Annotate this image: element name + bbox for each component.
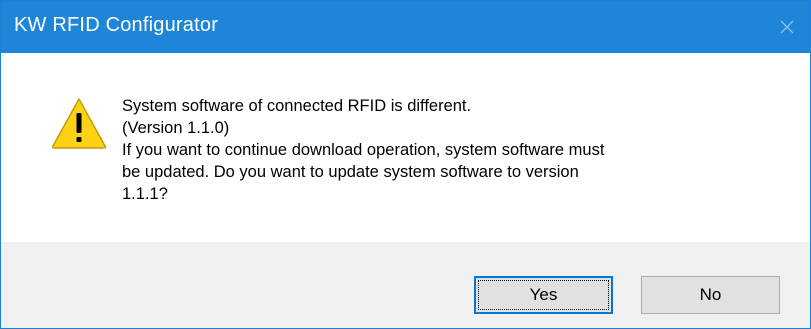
warning-icon: [51, 98, 107, 149]
yes-button-label: Yes: [529, 285, 558, 304]
title-bar[interactable]: KW RFID Configurator: [1, 1, 810, 53]
dialog-footer: Yes No: [1, 242, 810, 328]
no-button[interactable]: No: [641, 276, 780, 314]
dialog-message: System software of connected RFID is dif…: [122, 95, 782, 205]
message-line: If you want to continue download operati…: [122, 141, 605, 159]
message-dialog: KW RFID Configurator System software of …: [0, 0, 811, 329]
dialog-content: System software of connected RFID is dif…: [1, 53, 810, 242]
message-line: (Version 1.1.0): [122, 119, 230, 137]
close-icon: [780, 20, 794, 34]
close-button[interactable]: [764, 1, 810, 53]
window-title: KW RFID Configurator: [14, 14, 219, 36]
yes-button[interactable]: Yes: [474, 276, 613, 314]
message-line: be updated. Do you want to update system…: [122, 163, 579, 181]
message-line: 1.1.1?: [122, 185, 168, 203]
no-button-label: No: [699, 285, 722, 304]
message-line: System software of connected RFID is dif…: [122, 97, 472, 115]
